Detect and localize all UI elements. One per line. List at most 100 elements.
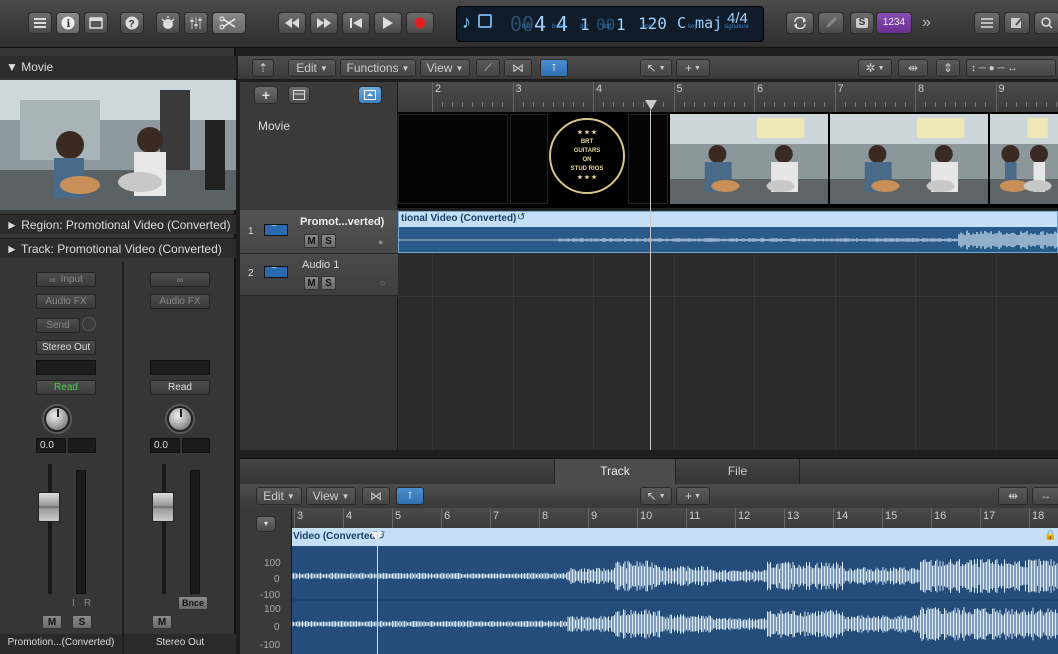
view-menu[interactable]: View ▼ — [420, 59, 470, 77]
global-tracks-button[interactable] — [288, 86, 310, 104]
editor-flex-button[interactable]: ⋈ — [362, 487, 390, 505]
flex-button[interactable]: ⋈ — [504, 59, 532, 77]
audio-region-1[interactable]: tional Video (Converted) ↺ — [398, 211, 1058, 253]
record-button[interactable] — [406, 12, 434, 34]
track-2-solo-label: S — [325, 277, 332, 289]
editor-ruler-number: 3 — [297, 510, 304, 522]
editor-ruler[interactable]: 3 4 5 6 7 8 9 10 11 12 13 14 15 16 17 18 — [292, 508, 1058, 528]
track-2-mute[interactable]: M — [304, 276, 319, 290]
inspector-button[interactable]: i — [56, 12, 80, 34]
strip1-automation-mode[interactable]: Read — [36, 380, 96, 395]
tracks-ruler[interactable]: 2 3 4 5 6 7 8 9 — [398, 82, 1058, 112]
strip1-audio-fx-slot[interactable]: Audio FX — [36, 294, 96, 309]
solo-mode-button[interactable]: S — [850, 12, 874, 34]
editor-secondary-tool[interactable]: + ▼ — [676, 487, 710, 505]
strip2-link-slot[interactable]: ∞ — [150, 272, 210, 287]
tab-file[interactable]: File — [676, 459, 800, 484]
editor-catch-button[interactable]: ⊺ — [396, 487, 424, 505]
notepad-button[interactable] — [1004, 12, 1030, 34]
back-button[interactable]: ⇡ — [252, 59, 274, 77]
strip1-group-slot[interactable] — [36, 360, 96, 375]
strip2-mute-button[interactable]: M — [152, 615, 172, 629]
crosshair-icon: + — [685, 489, 693, 503]
tuner-icon[interactable] — [478, 14, 492, 28]
zoom-slider[interactable]: ↕ ─ ● ─ ↔ — [966, 59, 1056, 77]
editors-button[interactable] — [212, 12, 246, 34]
list-editors-button[interactable] — [974, 12, 1000, 34]
track-1-input-icon[interactable]: ● — [378, 237, 383, 247]
send-knob[interactable] — [82, 317, 96, 331]
waveform-zoom-button[interactable]: ⇹ — [898, 59, 928, 77]
toolbar-overflow-icon[interactable]: » — [922, 14, 931, 32]
gear-icon: ✲ — [865, 61, 876, 75]
region-inspector-header[interactable]: ► Region: Promotional Video (Converted) — [0, 214, 236, 234]
editor-view-menu[interactable]: View ▼ — [306, 487, 356, 505]
strip2-mute-label: M — [157, 616, 167, 628]
replace-button[interactable] — [818, 12, 844, 34]
fast-forward-button[interactable] — [310, 12, 338, 34]
strip2-audio-fx-slot[interactable]: Audio FX — [150, 294, 210, 309]
movie-preview[interactable] — [0, 80, 236, 210]
functions-menu[interactable]: Functions ▼ — [340, 59, 416, 77]
editor-waveform-zoom[interactable]: ⇹ — [998, 487, 1028, 505]
secondary-tool-menu[interactable]: + ▼ — [676, 59, 710, 77]
metronome-icon[interactable]: ♪ — [462, 12, 471, 33]
strip2-volume-readout[interactable]: 0.0 — [150, 438, 180, 453]
track-1-mute[interactable]: M — [304, 234, 319, 248]
mixer-button[interactable] — [184, 12, 208, 34]
smart-controls-button[interactable] — [156, 12, 180, 34]
track-header-1[interactable]: 1 ~ Promot...verted) M S ● — [240, 210, 398, 254]
track-header-2[interactable]: 2 ~ Audio 1 M S ○ — [240, 254, 398, 296]
editor-edit-menu[interactable]: Edit ▼ — [256, 487, 302, 505]
editor-playhead-line[interactable] — [377, 528, 378, 654]
ruler-bar-number: 5 — [676, 83, 683, 95]
add-track-button[interactable]: + — [254, 86, 278, 104]
playhead-line[interactable] — [650, 110, 651, 450]
toolbar-button[interactable] — [84, 12, 108, 34]
strip2-bounce-button[interactable]: Bnce — [178, 596, 208, 610]
snap-settings-menu[interactable]: ✲ ▼ — [858, 59, 892, 77]
editor-ruler-tick — [294, 508, 295, 528]
strip2-automation-mode[interactable]: Read — [150, 380, 210, 395]
editor-collapse-button[interactable]: ▾ — [256, 516, 276, 532]
strip1-input-slot[interactable]: ∞ Input — [36, 272, 96, 287]
vertical-zoom-button[interactable]: ⇕ — [936, 59, 960, 77]
editor-ruler-tick — [735, 508, 736, 528]
strip1-volume-readout[interactable]: 0.0 — [36, 438, 66, 453]
catch-button[interactable]: ⊺ — [540, 59, 568, 77]
strip1-fader[interactable] — [38, 492, 60, 522]
strip1-mute-button[interactable]: M — [42, 615, 62, 629]
strip1-input-monitor[interactable]: I — [72, 598, 75, 609]
editor-zoom-slider[interactable]: ↔ — [1032, 487, 1058, 505]
strip1-solo-button[interactable]: S — [72, 615, 92, 629]
strip1-pan-knob[interactable] — [44, 406, 70, 432]
strip2-fader[interactable] — [152, 492, 174, 522]
strip1-output-slot[interactable]: Stereo Out — [36, 340, 96, 355]
tab-track[interactable]: Track — [554, 459, 676, 484]
editor-pointer-tool[interactable]: ↖ ▼ — [640, 487, 672, 505]
browser-button[interactable] — [1034, 12, 1058, 34]
track-inspector-header[interactable]: ► Track: Promotional Video (Converted) — [0, 238, 236, 258]
track-2-input-icon[interactable]: ○ — [380, 278, 385, 288]
movie-header[interactable]: ▼ Movie — [0, 56, 236, 78]
ruler-minor-tick — [552, 102, 554, 107]
edit-menu[interactable]: Edit ▼ — [288, 59, 336, 77]
strip1-send-slot[interactable]: Send — [36, 318, 80, 333]
pointer-tool-menu[interactable]: ↖ ▼ — [640, 59, 672, 77]
strip2-group-slot[interactable] — [150, 360, 210, 375]
ruler-minor-tick — [713, 102, 715, 107]
quick-help-button[interactable]: ? — [120, 12, 144, 34]
library-button[interactable] — [28, 12, 52, 34]
automation-button[interactable]: ⟋ — [476, 59, 500, 77]
play-button[interactable] — [374, 12, 402, 34]
rewind-button[interactable] — [278, 12, 306, 34]
collapse-button[interactable] — [358, 86, 382, 104]
strip1-record-enable[interactable]: R — [84, 598, 91, 609]
go-to-beginning-button[interactable] — [342, 12, 370, 34]
editor-region-header[interactable]: Video (Converted) ↺ 🔒 — [292, 528, 1058, 546]
track-1-solo[interactable]: S — [321, 234, 336, 248]
cycle-button[interactable] — [786, 12, 814, 34]
count-in-button[interactable]: 1234 — [876, 12, 912, 34]
track-2-solo[interactable]: S — [321, 276, 336, 290]
strip2-pan-knob[interactable] — [167, 406, 193, 432]
